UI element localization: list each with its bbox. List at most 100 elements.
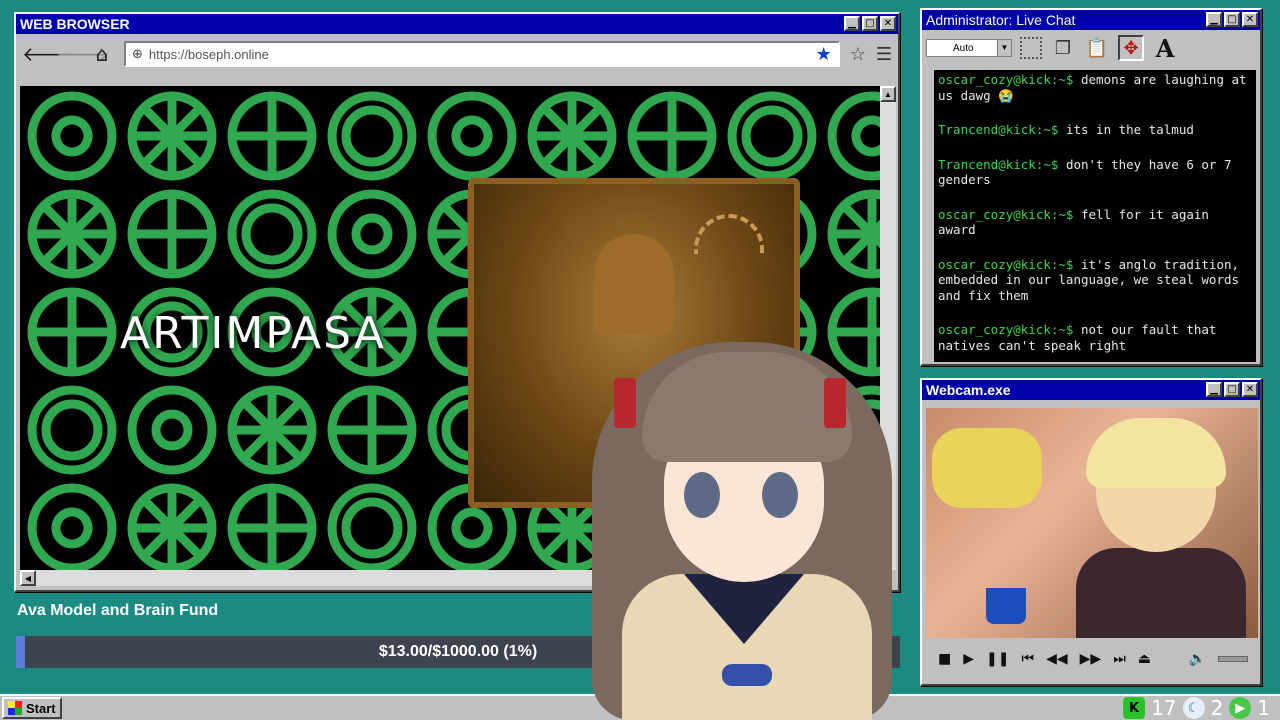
zoom-select[interactable]: Auto ▼	[926, 39, 1012, 57]
close-button[interactable]: ✕	[1242, 12, 1258, 27]
volume-icon[interactable]: 🔈	[1189, 651, 1206, 667]
kick-icon[interactable]: K	[1123, 697, 1146, 719]
rewind-icon[interactable]: ◀◀	[1046, 651, 1068, 667]
page-heading: ARTIMPASA	[120, 308, 386, 359]
close-button[interactable]: ✕	[1242, 382, 1258, 397]
system-tray: K 17 ☾ 2 ▶ 1	[1123, 696, 1270, 720]
url-text[interactable]: https://boseph.online	[149, 47, 810, 62]
wheel-inner	[341, 497, 403, 559]
cam-avatar-hair	[1086, 418, 1226, 488]
vtuber-avatar	[592, 312, 902, 720]
skip-back-icon[interactable]: ⏮	[1021, 651, 1034, 667]
wheel-inner	[51, 115, 93, 157]
globe-icon: ⊕	[132, 46, 143, 62]
windows-logo-icon	[8, 701, 22, 715]
media-controls: ■ ▶ ❚❚ ⏮ ◀◀ ▶▶ ⏭ ⏏ 🔈	[928, 644, 1258, 674]
font-icon[interactable]: A	[1152, 34, 1178, 63]
maximize-button[interactable]: □	[1224, 382, 1240, 397]
avatar-bow	[722, 664, 772, 686]
maximize-button[interactable]: □	[1224, 12, 1240, 27]
minimize-button[interactable]: ▁	[1206, 382, 1222, 397]
chat-username: Trancend@kick:~$	[938, 122, 1059, 137]
chat-username: oscar_cozy@kick:~$	[938, 206, 1074, 222]
maximize-button[interactable]: □	[862, 16, 878, 31]
cam-avatar-body	[1076, 548, 1246, 638]
browser-navbar: 🡐 🡒 ⌂ ⊕ https://boseph.online ★ ☆ ☰	[16, 34, 898, 74]
wheel-inner	[351, 213, 393, 255]
minimize-button[interactable]: ▁	[1206, 12, 1222, 27]
fast-forward-icon[interactable]: ▶▶	[1080, 651, 1102, 667]
copy-icon[interactable]: ❐	[1050, 35, 1076, 61]
webcam-video	[926, 408, 1258, 638]
back-arrow-icon[interactable]: 🡐	[22, 42, 76, 66]
play-icon[interactable]: ▶	[963, 651, 974, 667]
wheel-inner	[241, 203, 303, 265]
volume-slider[interactable]	[1218, 656, 1248, 662]
select-rect-icon[interactable]	[1020, 37, 1042, 59]
wheel-inner	[741, 105, 803, 167]
fund-label: Ava Model and Brain Fund	[17, 602, 219, 619]
webcam-window: Webcam.exe ▁ □ ✕ ■ ▶ ❚❚ ⏮ ◀◀ ▶▶ ⏭ ⏏ 🔈	[920, 378, 1262, 686]
wheel-outer	[427, 91, 517, 181]
live-chat-window: Administrator: Live Chat ▁ □ ✕ Auto ▼ ❐ …	[920, 8, 1262, 366]
bookmark-star-filled-icon[interactable]: ★	[816, 44, 832, 65]
chat-message: oscar_cozy@kick:~$ not our fault that na…	[938, 322, 1252, 353]
stop-icon[interactable]: ■	[938, 651, 951, 667]
chat-titlebar[interactable]: Administrator: Live Chat ▁ □ ✕	[922, 10, 1260, 30]
skip-forward-icon[interactable]: ⏭	[1113, 651, 1126, 667]
chat-message: oscar_cozy@kick:~$ fell for it again awa…	[938, 207, 1252, 238]
wheel-inner	[851, 115, 880, 157]
chat-message: oscar_cozy@kick:~$ it's anglo tradition,…	[938, 257, 1252, 304]
kick-count: 17	[1151, 696, 1177, 720]
scroll-up-icon[interactable]: ▲	[880, 86, 896, 102]
moon-icon[interactable]: ☾	[1182, 697, 1205, 719]
move-icon[interactable]: ✥	[1118, 35, 1144, 61]
chat-username: oscar_cozy@kick:~$	[938, 322, 1074, 337]
chat-toolbar: Auto ▼ ❐ 📋 ✥ A	[922, 30, 1260, 66]
wheel-inner	[51, 507, 93, 549]
chat-username: Trancend@kick:~$	[938, 156, 1059, 172]
wheel-inner	[41, 399, 103, 461]
wheel-outer	[27, 91, 117, 181]
chat-message: oscar_cozy@kick:~$ demons are laughing a…	[938, 72, 1252, 103]
address-bar[interactable]: ⊕ https://boseph.online ★	[124, 41, 840, 67]
chat-message: Trancend@kick:~$ its in the talmud	[938, 122, 1252, 138]
wheel-inner	[451, 115, 493, 157]
eject-icon[interactable]: ⏏	[1138, 651, 1151, 667]
chat-title: Administrator: Live Chat	[926, 12, 1076, 28]
webcam-titlebar[interactable]: Webcam.exe ▁ □ ✕	[922, 380, 1260, 400]
browser-titlebar[interactable]: WEB BROWSER ▁ □ ✕	[16, 14, 898, 34]
start-label: Start	[26, 700, 56, 716]
chat-username: oscar_cozy@kick:~$	[938, 72, 1074, 87]
plaque-sun-rays	[694, 214, 764, 254]
chevron-down-icon[interactable]: ▼	[997, 40, 1011, 56]
home-icon[interactable]: ⌂	[90, 42, 114, 66]
pause-icon[interactable]: ❚❚	[986, 651, 1009, 667]
minimize-button[interactable]: ▁	[844, 16, 860, 31]
play-circle-icon[interactable]: ▶	[1229, 697, 1252, 719]
wheel-inner	[341, 105, 403, 167]
scroll-left-icon[interactable]: ◀	[20, 570, 36, 586]
cam-pillow	[932, 428, 1042, 508]
play-count: 1	[1257, 696, 1270, 720]
avatar-ribbon-right	[824, 378, 846, 428]
paste-icon[interactable]: 📋	[1084, 35, 1110, 61]
hamburger-menu-icon[interactable]: ☰	[876, 44, 892, 65]
bookmark-star-outline-icon[interactable]: ☆	[850, 44, 866, 65]
start-button[interactable]: Start	[2, 697, 62, 719]
wheel-outer	[27, 483, 117, 570]
browser-title: WEB BROWSER	[20, 16, 130, 32]
wheel-outer	[127, 385, 217, 475]
forward-arrow-icon[interactable]: 🡒	[56, 42, 110, 66]
wheel-outer	[327, 189, 417, 279]
close-button[interactable]: ✕	[880, 16, 896, 31]
chat-message: Trancend@kick:~$ don't they have 6 or 7 …	[938, 157, 1252, 188]
cam-mug	[986, 588, 1026, 624]
avatar-right-eye	[762, 472, 798, 518]
chat-log[interactable]: oscar_cozy@kick:~$ demons are laughing a…	[934, 70, 1256, 362]
webcam-title: Webcam.exe	[926, 382, 1011, 398]
wheel-inner	[151, 409, 193, 451]
wheel-inner	[451, 507, 493, 549]
chat-text: its in the talmud	[1058, 122, 1194, 137]
avatar-left-eye	[684, 472, 720, 518]
